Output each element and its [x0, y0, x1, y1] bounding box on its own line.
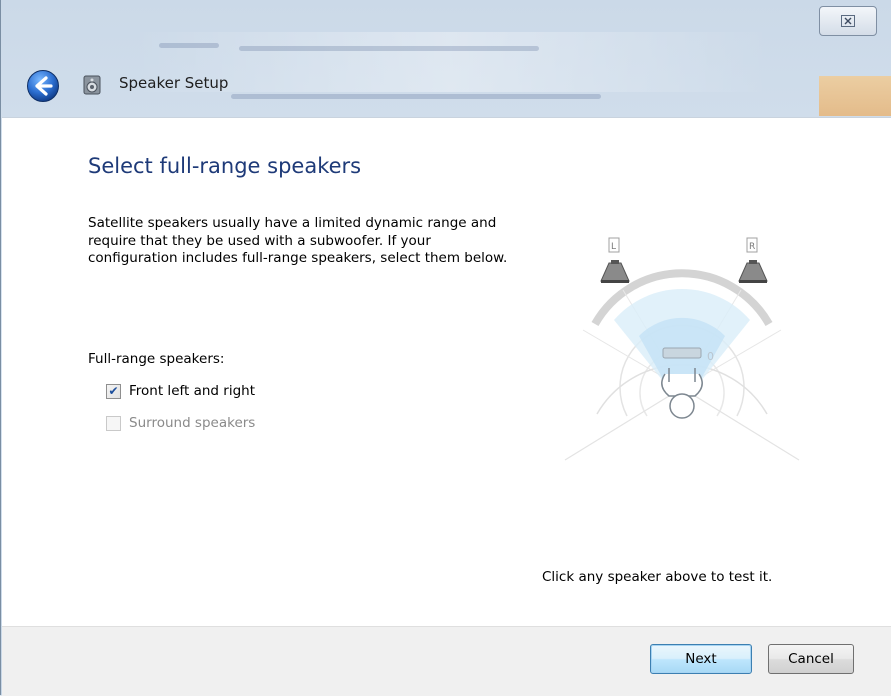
speaker-icon	[600, 260, 630, 283]
speaker-icon	[738, 260, 768, 283]
surround-speakers-label: Surround speakers	[129, 415, 256, 431]
close-button[interactable]	[819, 6, 877, 36]
background-blur-line	[231, 94, 601, 99]
background-blur-line	[159, 43, 219, 48]
speaker-setup-window: Speaker Setup Select full-range speakers…	[0, 0, 891, 696]
background-blur-line	[239, 46, 539, 51]
description-text: Satellite speakers usually have a limite…	[88, 215, 508, 266]
next-button[interactable]: Next	[650, 644, 752, 674]
title-bar: Speaker Setup	[1, 0, 891, 118]
close-icon	[841, 15, 855, 27]
button-bar: Next Cancel	[2, 626, 891, 696]
surround-speakers-option: Surround speakers	[106, 415, 255, 431]
speaker-setup-icon	[81, 74, 103, 96]
test-speaker-hint: Click any speaker above to test it.	[542, 569, 773, 585]
right-speaker-label: R	[749, 242, 755, 252]
back-arrow-icon	[27, 70, 59, 102]
front-left-right-checkbox[interactable]: ✔	[106, 383, 121, 399]
page-heading: Select full-range speakers	[88, 154, 362, 178]
listener-icon: 0	[661, 347, 714, 419]
svg-text:0: 0	[707, 350, 714, 363]
left-speaker[interactable]: L	[600, 237, 630, 283]
speaker-diagram: 0 L R	[557, 228, 807, 468]
left-speaker-label: L	[611, 242, 616, 252]
cancel-button[interactable]: Cancel	[768, 644, 854, 674]
back-button[interactable]	[26, 69, 60, 103]
main-panel: Select full-range speakers Satellite spe…	[2, 117, 891, 626]
full-range-group-label: Full-range speakers:	[88, 351, 225, 367]
window-title: Speaker Setup	[119, 74, 229, 92]
right-speaker[interactable]: R	[738, 237, 768, 283]
front-left-right-label: Front left and right	[129, 383, 256, 399]
surround-speakers-checkbox	[106, 415, 121, 431]
front-left-right-option[interactable]: ✔ Front left and right	[106, 383, 255, 399]
checkbox-check-icon: ✔	[108, 383, 119, 398]
background-blur-patch	[819, 76, 891, 116]
